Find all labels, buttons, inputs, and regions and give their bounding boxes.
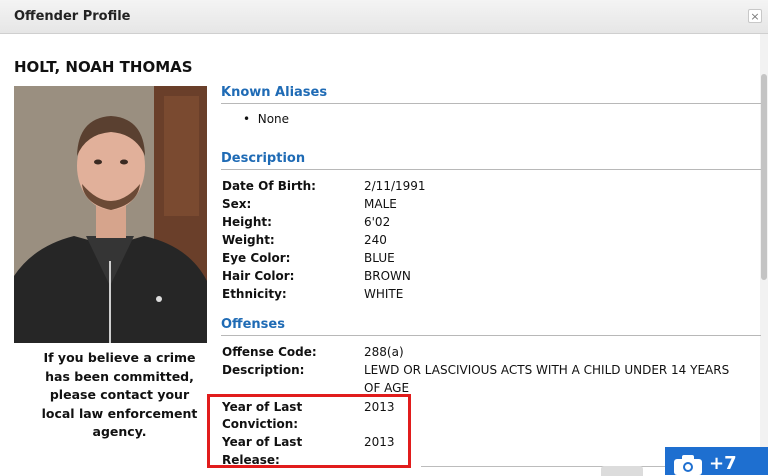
- camera-icon: [674, 455, 702, 475]
- dialog-titlebar: Offender Profile ×: [0, 0, 768, 34]
- height-value: 6'02: [364, 215, 391, 229]
- height-label: Height:: [222, 215, 272, 229]
- ethnicity-value: WHITE: [364, 287, 404, 301]
- highlight-box: [207, 394, 411, 468]
- eye-color-label: Eye Color:: [222, 251, 291, 265]
- sex-label: Sex:: [222, 197, 252, 211]
- photo-count-badge[interactable]: +7: [665, 447, 768, 475]
- scrollbar-thumb[interactable]: [761, 74, 767, 280]
- advisory-text: If you believe a crime has been committe…: [14, 349, 225, 442]
- offense-description-value-cont: OF AGE: [364, 381, 410, 395]
- close-icon: ×: [750, 10, 760, 23]
- alias-text: None: [257, 112, 290, 126]
- offense-description-value: LEWD OR LASCIVIOUS ACTS WITH A CHILD UND…: [364, 363, 730, 377]
- offender-name: HOLT, NOAH THOMAS: [14, 58, 193, 76]
- close-button[interactable]: ×: [748, 9, 762, 23]
- weight-label: Weight:: [222, 233, 275, 247]
- offense-code-value: 288(a): [364, 345, 404, 359]
- alias-item: • None: [243, 112, 290, 126]
- advisory-line: has been committed,: [45, 368, 194, 384]
- dob-label: Date Of Birth:: [222, 179, 316, 193]
- sex-value: MALE: [364, 197, 397, 211]
- vertical-scrollbar[interactable]: [760, 34, 768, 475]
- photo-count: +7: [709, 453, 737, 474]
- advisory-line: local law enforcement: [41, 405, 198, 421]
- section-heading-description: Description: [221, 151, 761, 170]
- eye-color-value: BLUE: [364, 251, 395, 265]
- ethnicity-label: Ethnicity:: [222, 287, 287, 301]
- section-heading-aliases: Known Aliases: [221, 85, 761, 104]
- advisory-line: If you believe a crime: [43, 350, 196, 365]
- advisory-line: agency.: [92, 424, 147, 439]
- dob-value: 2/11/1991: [364, 179, 426, 193]
- advisory-line: please contact your: [49, 387, 190, 402]
- hair-color-label: Hair Color:: [222, 269, 295, 283]
- offender-photo: [14, 86, 207, 343]
- weight-value: 240: [364, 233, 387, 247]
- section-heading-offenses: Offenses: [221, 317, 761, 336]
- hair-color-value: BROWN: [364, 269, 411, 283]
- offense-code-label: Offense Code:: [222, 345, 317, 359]
- dialog-title: Offender Profile: [14, 9, 131, 24]
- offense-description-label: Description:: [222, 363, 305, 377]
